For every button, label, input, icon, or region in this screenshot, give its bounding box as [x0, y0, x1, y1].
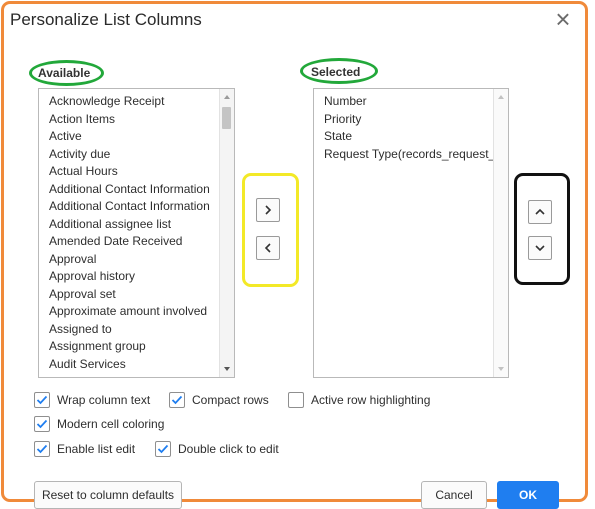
list-item[interactable]: Approval [49, 251, 210, 269]
list-item[interactable]: Audit Services [49, 356, 210, 374]
move-buttons-highlight [242, 173, 299, 287]
double-click-to-edit-checkbox[interactable] [155, 441, 171, 457]
list-item[interactable]: Priority [324, 111, 495, 129]
selected-label: Selected [311, 65, 361, 79]
list-item[interactable]: State [324, 128, 495, 146]
chevron-left-icon [264, 243, 271, 253]
modern-cell-coloring-checkbox[interactable] [34, 416, 50, 432]
checkmark-icon [36, 444, 48, 454]
checkmark-icon [36, 419, 48, 429]
enable-list-edit-option[interactable]: Enable list edit [34, 441, 135, 457]
reset-to-column-defaults-button[interactable]: Reset to column defaults [34, 481, 182, 509]
list-item[interactable]: Approval history [49, 268, 210, 286]
cancel-button[interactable]: Cancel [421, 481, 487, 509]
list-item[interactable]: Acknowledge Receipt [49, 93, 210, 111]
scroll-down-icon[interactable] [224, 367, 230, 371]
close-icon[interactable]: × [552, 6, 574, 32]
enable-list-edit-checkbox[interactable] [34, 441, 50, 457]
chevron-right-icon [265, 205, 272, 215]
modern-cell-coloring-label: Modern cell coloring [57, 417, 165, 431]
reorder-buttons-highlight [514, 173, 570, 285]
list-item[interactable]: Actual Hours [49, 163, 210, 181]
available-label: Available [38, 66, 91, 80]
checkmark-icon [36, 395, 48, 405]
active-row-highlighting-option[interactable]: Active row highlighting [288, 392, 430, 408]
compact-rows-label: Compact rows [192, 393, 269, 407]
compact-rows-option[interactable]: Compact rows [169, 392, 269, 408]
checkmark-icon [157, 444, 169, 454]
list-item[interactable]: Number [324, 93, 495, 111]
double-click-to-edit-option[interactable]: Double click to edit [155, 441, 279, 457]
available-items: Acknowledge Receipt Action Items Active Act… [49, 93, 210, 373]
wrap-column-text-option[interactable]: Wrap column text [34, 392, 150, 408]
modern-cell-coloring-option[interactable]: Modern cell coloring [34, 416, 164, 432]
enable-list-edit-label: Enable list edit [57, 442, 136, 456]
list-item[interactable]: Additional assignee list [49, 216, 210, 234]
active-row-highlighting-checkbox[interactable] [288, 392, 304, 408]
move-left-button[interactable] [256, 236, 280, 260]
available-list[interactable]: Acknowledge Receipt Action Items Active Act… [38, 88, 235, 378]
list-item[interactable]: Assignment group [49, 338, 210, 356]
list-item[interactable]: Request Type(records_request_ [324, 146, 495, 164]
scroll-thumb[interactable] [222, 107, 231, 129]
dialog-title: Personalize List Columns [10, 10, 202, 29]
list-item[interactable]: Activity due [49, 146, 210, 164]
selected-list[interactable]: Number Priority State Request Type(records_… [313, 88, 509, 378]
scroll-up-icon[interactable] [224, 95, 230, 99]
wrap-column-text-checkbox[interactable] [34, 392, 50, 408]
list-item[interactable]: Approval set [49, 286, 210, 304]
scroll-down-icon[interactable] [498, 367, 504, 371]
chevron-down-icon [535, 245, 545, 252]
list-item[interactable]: Active [49, 128, 210, 146]
active-row-highlighting-label: Active row highlighting [311, 393, 431, 407]
move-right-button[interactable] [256, 198, 280, 222]
chevron-up-icon [535, 208, 545, 215]
scroll-up-icon[interactable] [498, 95, 504, 99]
list-item[interactable]: Action Items [49, 111, 210, 129]
checkmark-icon [171, 395, 183, 405]
compact-rows-checkbox[interactable] [169, 392, 185, 408]
double-click-to-edit-label: Double click to edit [178, 442, 279, 456]
list-item[interactable]: Approximate amount involved [49, 303, 210, 321]
list-item[interactable]: Additional Contact Information [49, 198, 210, 216]
selected-scrollbar[interactable] [493, 89, 508, 377]
available-scrollbar[interactable] [219, 89, 234, 377]
ok-button[interactable]: OK [497, 481, 559, 509]
wrap-column-text-label: Wrap column text [57, 393, 151, 407]
selected-items: Number Priority State Request Type(records_… [324, 93, 495, 163]
list-item[interactable]: Assigned to [49, 321, 210, 339]
list-item[interactable]: Amended Date Received [49, 233, 210, 251]
list-item[interactable]: Additional Contact Information [49, 181, 210, 199]
move-up-button[interactable] [528, 200, 552, 224]
move-down-button[interactable] [528, 236, 552, 260]
